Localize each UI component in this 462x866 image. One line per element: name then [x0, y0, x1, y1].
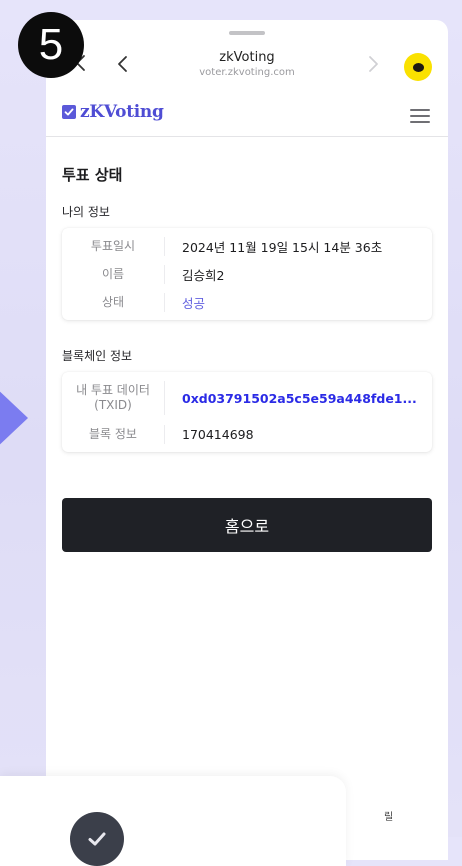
home-button[interactable]: 홈으로	[62, 498, 432, 552]
vote-time-row: 투표일시 2024년 11월 19일 15시 14분 36초	[62, 232, 432, 260]
blockchain-info-card: 내 투표 데이터 (TXID) 0xd03791502a5c5e59a448fd…	[62, 372, 432, 452]
chevron-right-icon[interactable]	[366, 54, 380, 74]
browser-domain: voter.zkvoting.com	[199, 67, 295, 78]
hamburger-menu-icon[interactable]	[410, 109, 430, 123]
txid-label-line1: 내 투표 데이터	[76, 383, 150, 397]
page-title: 투표 상태	[62, 166, 123, 184]
chevron-left-icon[interactable]	[116, 54, 130, 74]
logo-check-icon	[62, 105, 76, 119]
app-header: zKVoting	[46, 82, 448, 137]
kakao-bubble-icon	[412, 62, 424, 72]
status-value: 성공	[182, 295, 206, 311]
right-arrow-icon	[0, 386, 28, 450]
name-label: 이름	[62, 264, 165, 284]
block-info-label: 블록 정보	[62, 424, 165, 444]
txid-label: 내 투표 데이터 (TXID)	[62, 381, 165, 415]
step-number-badge: 5	[18, 12, 84, 78]
my-info-heading: 나의 정보	[62, 205, 110, 219]
footer-partial-text: 릴	[384, 812, 394, 823]
url-display[interactable]: zkVoting voter.zkvoting.com	[166, 50, 328, 79]
my-info-card: 투표일시 2024년 11월 19일 15시 14분 36초 이름 김승희2 상…	[62, 228, 432, 320]
vote-time-label: 투표일시	[62, 236, 165, 256]
browser-page-title: zkVoting	[219, 50, 275, 65]
bottom-popup-card	[0, 776, 346, 866]
status-label: 상태	[62, 292, 165, 312]
browser-bar: zkVoting voter.zkvoting.com	[46, 20, 448, 81]
vote-status-content: 투표 상태 나의 정보 투표일시 2024년 11월 19일 15시 14분 3…	[62, 140, 432, 552]
blockchain-info-heading: 블록체인 정보	[62, 349, 133, 363]
kakao-icon[interactable]	[404, 53, 432, 81]
mobile-web-sheet: zkVoting voter.zkvoting.com zKVoting 투표 …	[46, 20, 448, 860]
block-info-value: 170414698	[182, 426, 254, 442]
name-row: 이름 김승희2	[62, 260, 432, 288]
logo-text: zKVoting	[80, 102, 164, 122]
name-value: 김승희2	[182, 267, 225, 283]
txid-label-line2: (TXID)	[94, 398, 132, 412]
zkvoting-logo[interactable]: zKVoting	[62, 102, 164, 122]
check-icon	[70, 812, 124, 866]
block-info-row: 블록 정보 170414698	[62, 420, 432, 448]
vote-time-value: 2024년 11월 19일 15시 14분 36초	[182, 239, 383, 255]
txid-row: 내 투표 데이터 (TXID) 0xd03791502a5c5e59a448fd…	[62, 376, 432, 420]
status-row: 상태 성공	[62, 288, 432, 316]
txid-value-link[interactable]: 0xd03791502a5c5e59a448fde1...	[165, 391, 432, 406]
